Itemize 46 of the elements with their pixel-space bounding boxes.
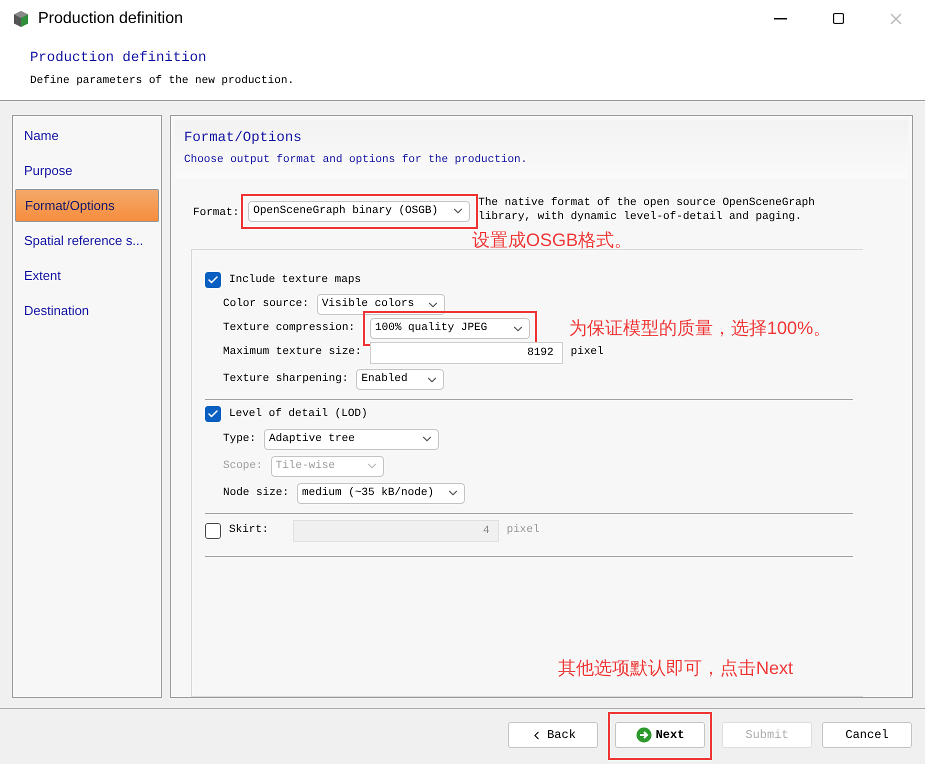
field-label: Maximum texture size: xyxy=(223,345,362,360)
sidebar-item[interactable]: Purpose xyxy=(15,154,159,187)
sidebar-item[interactable]: Extent xyxy=(15,259,159,292)
check-icon xyxy=(207,274,219,286)
page-subtitle: Choose output format and options for the production. xyxy=(184,153,528,168)
checkbox-label: Level of detail (LOD) xyxy=(229,407,368,422)
field-label: Node size: xyxy=(223,486,290,501)
sidebar-item[interactable]: Spatial reference s... xyxy=(15,224,159,257)
dropdown[interactable]: Adaptive tree xyxy=(264,428,440,450)
field-label: Format: xyxy=(193,206,240,220)
checkbox[interactable] xyxy=(205,272,221,288)
dropdown[interactable]: Visible colors xyxy=(316,294,445,315)
number-field[interactable]: 8192 xyxy=(370,342,563,364)
cube-icon xyxy=(12,10,30,28)
checkbox[interactable] xyxy=(205,406,221,422)
annotation-text: 设置成OSGB格式。 xyxy=(472,230,632,250)
dropdown[interactable]: Enabled xyxy=(356,369,444,390)
sidebar-item[interactable]: Format/Options xyxy=(15,189,159,222)
sidebar-item[interactable]: Destination xyxy=(15,294,159,327)
field-label: Scope: xyxy=(223,458,263,474)
header-title: Production definition xyxy=(30,49,208,67)
dropdown[interactable]: OpenSceneGraph binary (OSGB) xyxy=(248,200,470,222)
maximize-icon xyxy=(832,12,844,25)
checkbox[interactable] xyxy=(205,522,221,538)
checkbox-label: Include texture maps xyxy=(229,272,362,288)
field-label: Color source: xyxy=(223,297,309,312)
page-title: Format/Options xyxy=(184,129,303,148)
window-title: Production definition xyxy=(38,8,183,28)
field-label: Type: xyxy=(223,432,256,447)
annotation-text: 为保证模型的质量，选择100%。 xyxy=(569,317,832,340)
dialog-button[interactable]: Cancel xyxy=(822,722,912,748)
minimize-icon xyxy=(774,18,786,20)
unit-label: pixel xyxy=(506,523,540,538)
arrow-right-icon xyxy=(636,727,652,743)
checkbox-label: Skirt: xyxy=(229,523,269,538)
unit-label: pixel xyxy=(570,345,604,360)
back-button[interactable]: Back xyxy=(508,722,598,748)
header-subtitle: Define parameters of the new production. xyxy=(30,74,296,89)
format-description: The native format of the open source OpenSceneGraph library, with dynamic level-of-detail and paging. xyxy=(478,196,816,224)
sidebar-item[interactable]: Name xyxy=(15,119,159,152)
dropdown[interactable]: 100% quality JPEG xyxy=(370,318,530,339)
field-label: Texture compression: xyxy=(223,321,356,336)
next-button[interactable]: Next xyxy=(615,722,705,748)
field-label: Texture sharpening: xyxy=(223,372,348,388)
annotation-text: 其他选项默认即可，点击Next xyxy=(558,658,794,678)
dropdown[interactable]: medium (~35 kB/node) xyxy=(297,482,466,504)
